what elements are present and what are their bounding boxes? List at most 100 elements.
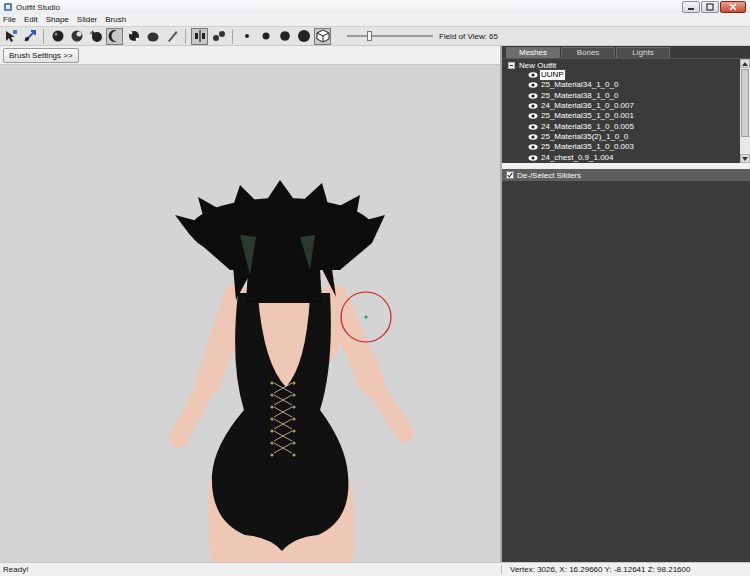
eye-icon[interactable]	[528, 123, 538, 131]
mesh-tree: New Outfit UUNP 25_Material34_1_0_0 25_M…	[502, 58, 750, 163]
tool-button[interactable]	[106, 28, 123, 45]
tool-button[interactable]	[2, 28, 19, 45]
menu-item[interactable]: Shape	[46, 15, 69, 25]
app-icon	[3, 2, 13, 12]
tool-button[interactable]	[257, 28, 274, 45]
tool-button[interactable]	[276, 28, 293, 45]
brush-settings-button[interactable]: Brush Settings >>	[3, 48, 79, 63]
tool-button[interactable]	[87, 28, 104, 45]
close-icon	[728, 3, 738, 11]
mesh-label: UUNP	[540, 70, 565, 80]
toolbar-separator	[43, 29, 44, 44]
mesh-label: 25_Material35_1_0_0.003	[540, 142, 635, 152]
tool-button[interactable]	[210, 28, 227, 45]
sliders-header: De-/Select Sliders	[502, 169, 750, 181]
eye-icon[interactable]	[528, 154, 538, 162]
smooth-icon	[108, 29, 122, 43]
undiff-icon	[127, 29, 141, 43]
viewport-column: Brush Settings >>	[0, 46, 502, 562]
toolbar-separator	[185, 29, 186, 44]
tool-button[interactable]	[295, 28, 312, 45]
side-panel: MeshesBonesLights New Outfit UUNP 25_Mat…	[502, 46, 750, 562]
dot-m-icon	[259, 29, 273, 43]
window-title: Outfit Studio	[16, 3, 60, 12]
mesh-item[interactable]: 25_Material34_1_0_0	[502, 80, 740, 90]
tool-button[interactable]	[314, 28, 331, 45]
mesh-item[interactable]: 24_Material36_1_0_0.005	[502, 121, 740, 131]
title-bar: Outfit Studio	[0, 0, 750, 14]
tool-button[interactable]	[163, 28, 180, 45]
mesh-label: 24_chest_0.9_1.004	[540, 153, 615, 163]
tree-scrollbar[interactable]	[740, 59, 750, 163]
dot-s-icon	[240, 29, 254, 43]
mesh-item[interactable]: 25_Material35_1_0_0.001	[502, 111, 740, 121]
select-sliders-checkbox[interactable]	[506, 171, 514, 179]
eye-icon[interactable]	[528, 81, 538, 89]
maximize-button[interactable]	[701, 1, 719, 13]
panel-tab[interactable]: Lights	[616, 47, 670, 58]
eye-icon[interactable]	[528, 133, 538, 141]
main-area: Brush Settings >> MeshesBonesLights New …	[0, 46, 750, 562]
tool-button[interactable]	[125, 28, 142, 45]
fov-slider[interactable]	[347, 31, 433, 41]
menu-item[interactable]: Edit	[24, 15, 38, 25]
mesh-item[interactable]: 25_Material35_1_0_0.003	[502, 142, 740, 152]
tool-button[interactable]	[144, 28, 161, 45]
menu-item[interactable]: Slider	[77, 15, 97, 25]
panel-tab[interactable]: Meshes	[506, 47, 560, 58]
fov-slider-thumb[interactable]	[367, 31, 372, 41]
maximize-icon	[705, 3, 715, 11]
mesh-item[interactable]: 25_Material35(2)_1_0_0	[502, 132, 740, 142]
deflate-icon	[70, 29, 84, 43]
select-icon	[4, 29, 18, 43]
menu-item[interactable]: Brush	[105, 15, 126, 25]
transform-icon	[23, 29, 37, 43]
tree-root[interactable]: New Outfit	[502, 60, 740, 70]
3d-viewport[interactable]	[0, 65, 500, 562]
mesh-label: 25_Material35_1_0_0.001	[540, 111, 635, 121]
mask-icon	[146, 29, 160, 43]
mesh-item[interactable]: 25_Material38_1_0_0	[502, 91, 740, 101]
fov-label: Field of View: 65	[439, 32, 498, 41]
panel-tab[interactable]: Bones	[561, 47, 615, 58]
panel-tabs: MeshesBonesLights	[502, 46, 750, 58]
tool-button[interactable]	[49, 28, 66, 45]
outfit-studio-window: Outfit Studio File Edit Shape Slider Brush F…	[0, 0, 750, 576]
mesh-label: 24_Material36_1_0_0.005	[540, 122, 635, 132]
scroll-up-icon[interactable]	[742, 62, 748, 66]
menu-item[interactable]: File	[3, 15, 16, 25]
scroll-thumb[interactable]	[741, 69, 749, 137]
tool-button[interactable]	[68, 28, 85, 45]
brush-cursor	[341, 292, 391, 342]
mirror-icon	[193, 29, 207, 43]
mesh-label: 25_Material38_1_0_0	[540, 91, 619, 101]
eye-icon[interactable]	[528, 112, 538, 120]
mesh-item[interactable]: UUNP	[502, 70, 740, 80]
inflate-icon	[51, 29, 65, 43]
eye-icon[interactable]	[528, 92, 538, 100]
close-button[interactable]	[720, 1, 746, 13]
toolbar: Field of View: 65	[0, 26, 750, 46]
tool-button[interactable]	[238, 28, 255, 45]
status-message: Ready!	[0, 565, 501, 574]
vertex-info: Vertex: 3026, X: 16.29660 Y: -8.12641 Z:…	[501, 565, 750, 574]
toolbar-separator	[232, 29, 233, 44]
check-icon	[507, 172, 513, 178]
eye-icon[interactable]	[528, 102, 538, 110]
mesh-item[interactable]: 24_Material36_1_0_0.007	[502, 101, 740, 111]
mesh-item[interactable]: 24_chest_0.9_1.004	[502, 152, 740, 162]
scroll-down-icon[interactable]	[742, 157, 748, 161]
dot-l-icon	[278, 29, 292, 43]
model-render	[0, 65, 500, 562]
connected-icon	[212, 29, 226, 43]
tool-button[interactable]	[191, 28, 208, 45]
sliders-list	[502, 181, 750, 562]
minimize-icon	[686, 3, 696, 11]
tool-button[interactable]	[21, 28, 38, 45]
pen-icon	[165, 29, 179, 43]
minimize-button[interactable]	[682, 1, 700, 13]
eye-icon[interactable]	[528, 143, 538, 151]
expander-icon[interactable]	[508, 62, 515, 69]
eye-icon[interactable]	[528, 71, 538, 79]
cube-icon	[316, 29, 330, 43]
